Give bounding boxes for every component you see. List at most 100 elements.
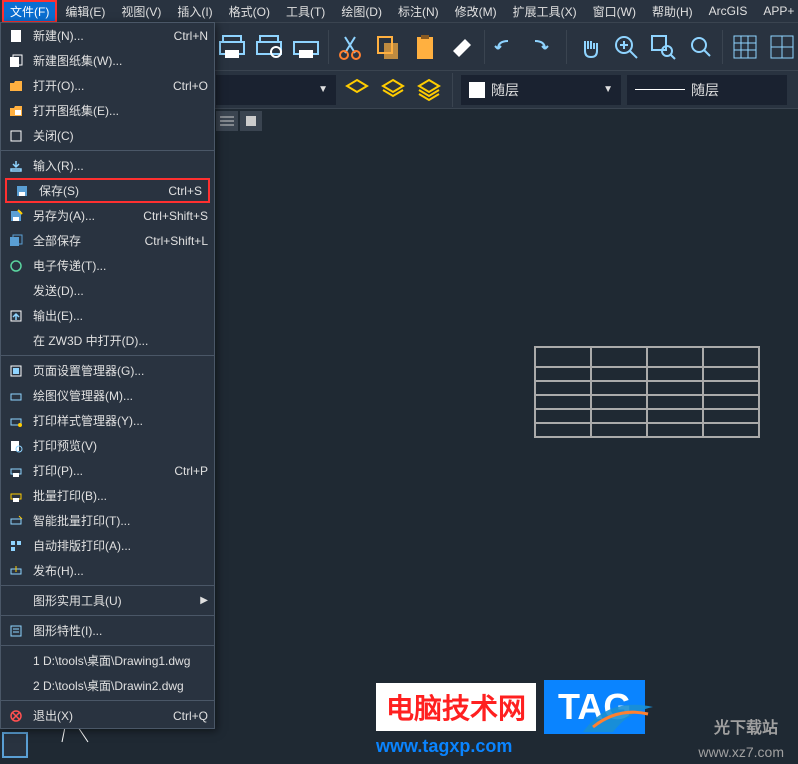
menu-view[interactable]: 视图(V) bbox=[113, 0, 169, 23]
batchprint-icon bbox=[7, 487, 25, 505]
menu-help[interactable]: 帮助(H) bbox=[644, 0, 701, 23]
color-swatch bbox=[469, 82, 485, 98]
menu-batch-print[interactable]: 批量打印(B)... bbox=[1, 483, 214, 508]
watermark-title: 电脑技术网 bbox=[376, 683, 536, 731]
zoom-realtime-icon[interactable] bbox=[610, 28, 643, 66]
menu-drawing-utilities[interactable]: 图形实用工具(U) ▶ bbox=[1, 588, 214, 613]
tab-list-icon[interactable] bbox=[216, 111, 238, 131]
redo-tool-icon[interactable] bbox=[527, 28, 560, 66]
table-tool-icon[interactable] bbox=[729, 28, 762, 66]
menu-file[interactable]: 文件(F) bbox=[2, 0, 57, 23]
menu-recent-2[interactable]: 2 D:\tools\桌面\Drawin2.dwg bbox=[1, 673, 214, 698]
eraser-tool-icon[interactable] bbox=[445, 28, 478, 66]
grid-tool-icon[interactable] bbox=[765, 28, 798, 66]
smartprint-icon bbox=[7, 512, 25, 530]
chevron-right-icon: ▶ bbox=[200, 595, 208, 606]
chevron-down-icon: ▼ bbox=[318, 84, 328, 95]
menu-window[interactable]: 窗口(W) bbox=[585, 0, 644, 23]
tab-new-icon[interactable] bbox=[240, 111, 262, 131]
import-icon bbox=[7, 157, 25, 175]
menu-saveall[interactable]: 全部保存 Ctrl+Shift+L bbox=[1, 228, 214, 253]
plotstyle-icon bbox=[7, 412, 25, 430]
menu-modify[interactable]: 修改(M) bbox=[447, 0, 505, 23]
layer-icon-1[interactable] bbox=[342, 75, 372, 105]
menu-import[interactable]: 输入(R)... bbox=[1, 153, 214, 178]
menu-send[interactable]: 发送(D)... bbox=[1, 278, 214, 303]
menu-format[interactable]: 格式(O) bbox=[221, 0, 278, 23]
chevron-down-icon: ▼ bbox=[603, 84, 613, 95]
cut-tool-icon[interactable] bbox=[335, 28, 368, 66]
export-icon bbox=[7, 307, 25, 325]
menu-arcgis[interactable]: ArcGIS bbox=[701, 1, 756, 21]
menu-extensions[interactable]: 扩展工具(X) bbox=[505, 0, 585, 23]
etransmit-icon bbox=[7, 257, 25, 275]
print-preview-tool-icon[interactable] bbox=[253, 28, 286, 66]
menu-new-sheetset[interactable]: 新建图纸集(W)... bbox=[1, 48, 214, 73]
menu-pagesetup[interactable]: 页面设置管理器(G)... bbox=[1, 358, 214, 383]
zoom-window-icon[interactable] bbox=[646, 28, 679, 66]
menu-recent-1[interactable]: 1 D:\tools\桌面\Drawing1.dwg bbox=[1, 648, 214, 673]
copy-tool-icon[interactable] bbox=[372, 28, 405, 66]
layer-dropdown[interactable]: ▼ bbox=[216, 75, 336, 105]
menu-save[interactable]: 保存(S) Ctrl+S bbox=[5, 178, 210, 203]
menu-smart-batch-print[interactable]: 智能批量打印(T)... bbox=[1, 508, 214, 533]
watermark-url: www.tagxp.com bbox=[376, 736, 512, 757]
preview-icon bbox=[7, 437, 25, 455]
paste-tool-icon[interactable] bbox=[408, 28, 441, 66]
file-dropdown-menu: 新建(N)... Ctrl+N 新建图纸集(W)... 打开(O)... Ctr… bbox=[0, 22, 215, 729]
pan-tool-icon[interactable] bbox=[573, 28, 606, 66]
menu-tools[interactable]: 工具(T) bbox=[278, 0, 333, 23]
menu-close[interactable]: 关闭(C) bbox=[1, 123, 214, 148]
menu-edit[interactable]: 编辑(E) bbox=[57, 0, 113, 23]
menu-etransmit[interactable]: 电子传递(T)... bbox=[1, 253, 214, 278]
menu-plotstyle-manager[interactable]: 打印样式管理器(Y)... bbox=[1, 408, 214, 433]
autolayout-icon bbox=[7, 537, 25, 555]
print-tool-icon[interactable] bbox=[216, 28, 249, 66]
save-icon bbox=[13, 182, 31, 200]
menu-dimension[interactable]: 标注(N) bbox=[390, 0, 447, 23]
publish-icon bbox=[7, 562, 25, 580]
drawing-table[interactable] bbox=[534, 346, 760, 438]
exit-icon bbox=[7, 707, 25, 725]
watermark-swoosh-icon bbox=[578, 692, 658, 742]
color-dropdown-label: 随层 bbox=[491, 80, 519, 100]
menu-open-sheetset[interactable]: 打开图纸集(E)... bbox=[1, 98, 214, 123]
menu-publish[interactable]: 发布(H)... bbox=[1, 558, 214, 583]
linetype-dropdown-label: 随层 bbox=[691, 80, 719, 100]
watermark-extra-title: 光下载站 bbox=[714, 714, 778, 738]
watermark-extra-url: www.xz7.com bbox=[698, 744, 784, 760]
menu-draw[interactable]: 绘图(D) bbox=[333, 0, 390, 23]
menu-plotter-manager[interactable]: 绘图仪管理器(M)... bbox=[1, 383, 214, 408]
menu-print[interactable]: 打印(P)... Ctrl+P bbox=[1, 458, 214, 483]
menu-open[interactable]: 打开(O)... Ctrl+O bbox=[1, 73, 214, 98]
menu-saveas[interactable]: 另存为(A)... Ctrl+Shift+S bbox=[1, 203, 214, 228]
menu-insert[interactable]: 插入(I) bbox=[169, 0, 220, 23]
properties-icon bbox=[7, 622, 25, 640]
plot-tool-icon[interactable] bbox=[289, 28, 322, 66]
menu-open-zw3d[interactable]: 在 ZW3D 中打开(D)... bbox=[1, 328, 214, 353]
close-icon bbox=[7, 127, 25, 145]
saveall-icon bbox=[7, 232, 25, 250]
open-icon bbox=[7, 77, 25, 95]
undo-tool-icon[interactable] bbox=[491, 28, 524, 66]
pagesetup-icon bbox=[7, 362, 25, 380]
menu-appplus[interactable]: APP+ bbox=[755, 1, 798, 21]
menu-new[interactable]: 新建(N)... Ctrl+N bbox=[1, 23, 214, 48]
menu-auto-layout-print[interactable]: 自动排版打印(A)... bbox=[1, 533, 214, 558]
menu-exit[interactable]: 退出(X) Ctrl+Q bbox=[1, 703, 214, 728]
linetype-dropdown[interactable]: 随层 bbox=[627, 75, 787, 105]
layer-icon-2[interactable] bbox=[378, 75, 408, 105]
menu-drawing-properties[interactable]: 图形特性(I)... bbox=[1, 618, 214, 643]
menubar: 文件(F) 编辑(E) 视图(V) 插入(I) 格式(O) 工具(T) 绘图(D… bbox=[0, 0, 798, 22]
new-icon bbox=[7, 27, 25, 45]
open-sheet-icon bbox=[7, 102, 25, 120]
saveas-icon bbox=[7, 207, 25, 225]
menu-export[interactable]: 输出(E)... bbox=[1, 303, 214, 328]
color-dropdown[interactable]: 随层 ▼ bbox=[461, 75, 621, 105]
menu-print-preview[interactable]: 打印预览(V) bbox=[1, 433, 214, 458]
plotter-icon bbox=[7, 387, 25, 405]
print-icon bbox=[7, 462, 25, 480]
zoom-previous-icon[interactable] bbox=[683, 28, 716, 66]
layer-icon-3[interactable] bbox=[414, 75, 444, 105]
line-sample bbox=[635, 89, 685, 90]
